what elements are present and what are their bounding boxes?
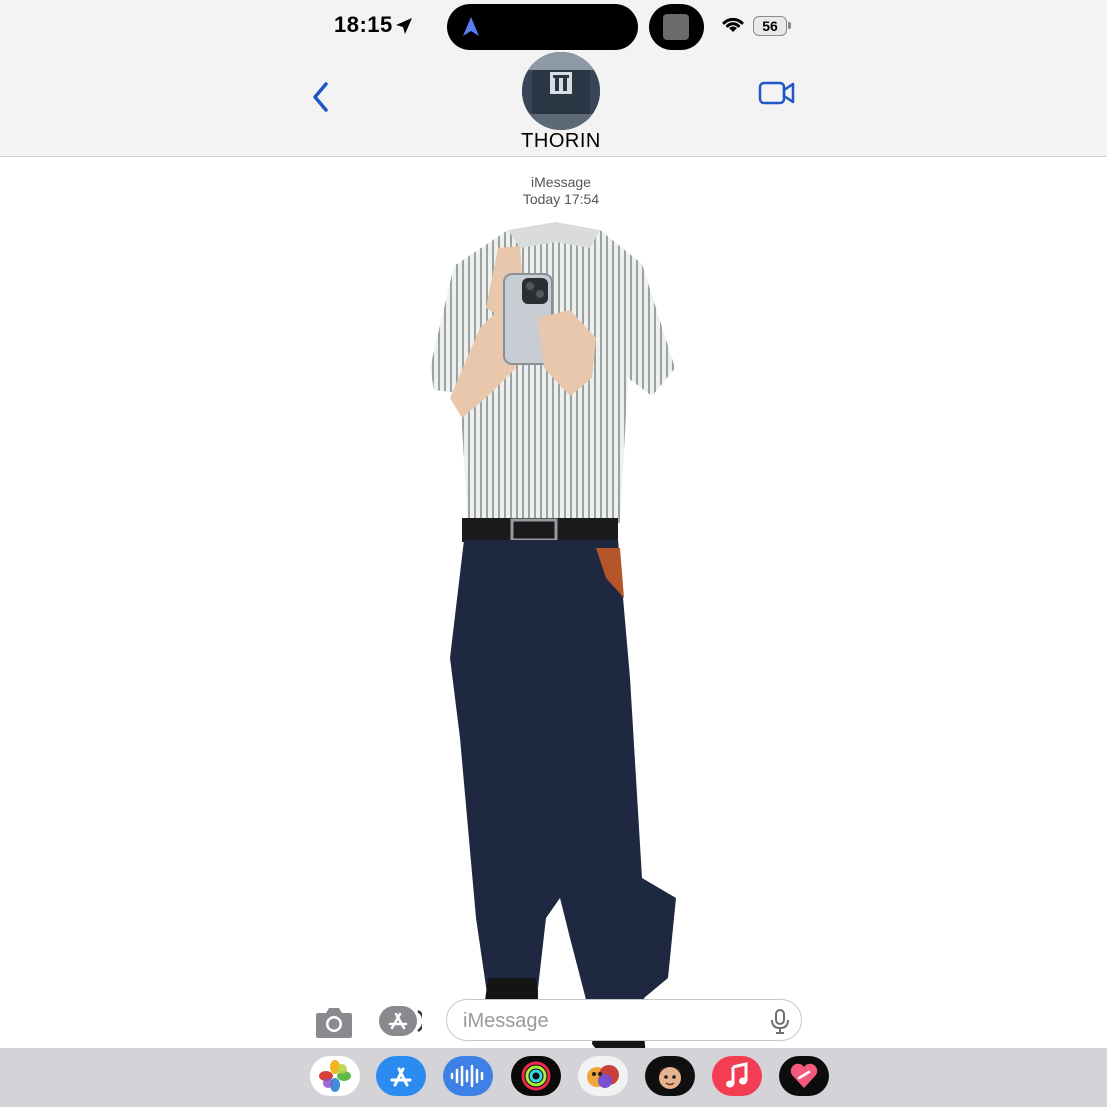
app-fitness[interactable] <box>511 1056 561 1096</box>
location-arrow-icon <box>396 18 412 34</box>
app-memoji-face[interactable] <box>645 1056 695 1096</box>
status-time: 18:15 <box>334 12 393 37</box>
now-playing-artwork <box>663 14 689 40</box>
app-store-icon <box>379 1006 422 1036</box>
waveform-icon <box>450 1064 484 1088</box>
contact-avatar[interactable] <box>522 52 600 130</box>
activity-rings-icon <box>521 1061 551 1091</box>
jeans <box>450 540 676 1038</box>
navigation-arrow-icon <box>463 17 479 36</box>
storefront-image <box>522 52 600 130</box>
app-photos[interactable] <box>310 1056 360 1096</box>
battery-tip <box>788 22 791 29</box>
video-camera-icon <box>758 81 795 105</box>
video-call-button[interactable] <box>758 78 796 108</box>
message-input-bar[interactable] <box>446 999 802 1041</box>
chevron-left-icon <box>313 82 328 112</box>
app-music[interactable] <box>712 1056 762 1096</box>
service-label: iMessage <box>531 174 591 190</box>
belt <box>462 518 618 542</box>
camera-button[interactable] <box>314 1004 354 1040</box>
back-button[interactable] <box>306 80 336 114</box>
contact-name[interactable]: THORIN <box>480 130 642 153</box>
apps-button[interactable] <box>378 1005 422 1037</box>
app-digital-touch[interactable] <box>779 1056 829 1096</box>
memoji-face-icon <box>658 1066 682 1089</box>
battery-indicator: 56 <box>753 16 787 36</box>
photo-message[interactable] <box>420 218 690 1078</box>
music-note-icon <box>726 1062 748 1088</box>
camera-icon <box>316 1008 352 1038</box>
app-store-icon <box>390 1067 412 1087</box>
message-timestamp: Today 17:54 <box>522 191 600 207</box>
dynamic-island-activity[interactable] <box>649 4 704 50</box>
wifi-icon <box>722 17 744 32</box>
memoji-icon <box>587 1065 619 1088</box>
message-input[interactable] <box>461 1006 745 1036</box>
microphone-icon <box>771 1009 789 1034</box>
app-memoji-stickers[interactable] <box>578 1056 628 1096</box>
app-app-store[interactable] <box>376 1056 426 1096</box>
photos-icon <box>319 1060 351 1092</box>
app-audio-message[interactable] <box>443 1056 493 1096</box>
dictation-button[interactable] <box>769 1008 791 1034</box>
dynamic-island[interactable] <box>447 4 638 50</box>
heart-icon <box>790 1063 818 1088</box>
